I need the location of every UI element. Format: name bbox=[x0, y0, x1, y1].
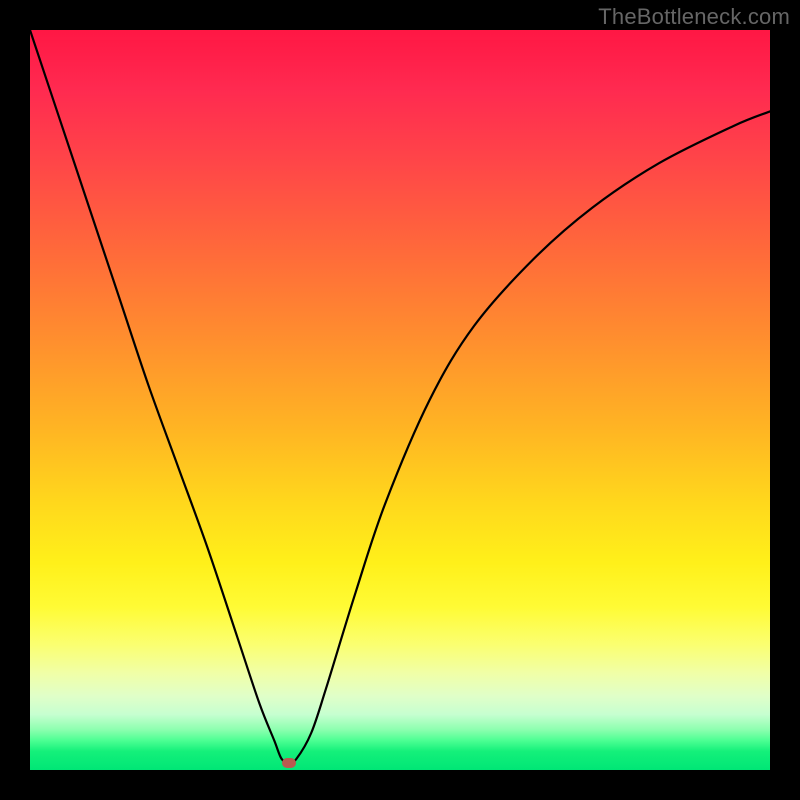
optimum-marker bbox=[282, 758, 296, 768]
bottleneck-curve bbox=[30, 30, 770, 770]
plot-area bbox=[30, 30, 770, 770]
watermark-text: TheBottleneck.com bbox=[598, 4, 790, 30]
chart-frame: TheBottleneck.com bbox=[0, 0, 800, 800]
